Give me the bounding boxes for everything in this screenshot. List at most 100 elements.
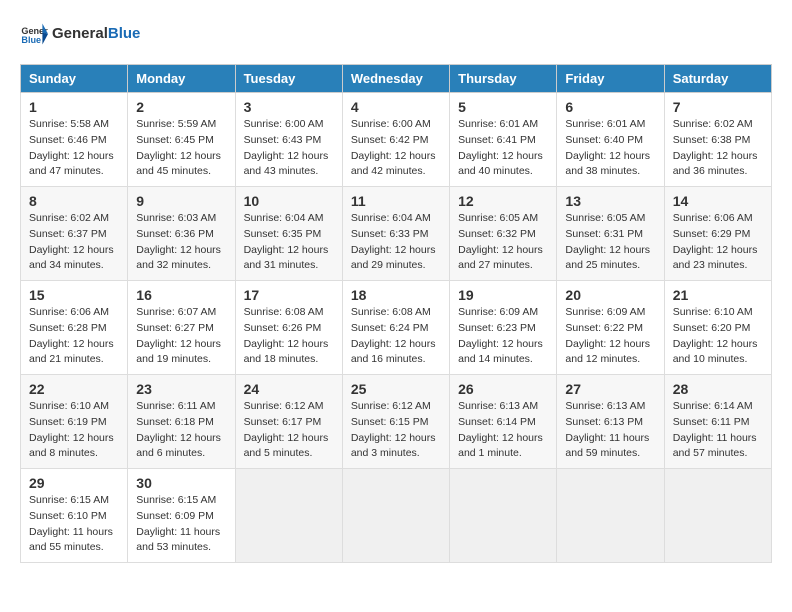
col-header-sunday: Sunday	[21, 65, 128, 93]
calendar-cell: 25 Sunrise: 6:12 AM Sunset: 6:15 PM Dayl…	[342, 375, 449, 469]
day-info: Sunrise: 5:59 AM Sunset: 6:45 PM Dayligh…	[136, 117, 226, 180]
day-number: 19	[458, 287, 548, 303]
day-number: 4	[351, 99, 441, 115]
day-number: 18	[351, 287, 441, 303]
calendar-cell: 22 Sunrise: 6:10 AM Sunset: 6:19 PM Dayl…	[21, 375, 128, 469]
day-number: 3	[244, 99, 334, 115]
day-info: Sunrise: 6:08 AM Sunset: 6:24 PM Dayligh…	[351, 305, 441, 368]
calendar-cell: 1 Sunrise: 5:58 AM Sunset: 6:46 PM Dayli…	[21, 93, 128, 187]
day-info: Sunrise: 6:15 AM Sunset: 6:09 PM Dayligh…	[136, 493, 226, 556]
calendar-cell: 15 Sunrise: 6:06 AM Sunset: 6:28 PM Dayl…	[21, 281, 128, 375]
calendar-cell: 23 Sunrise: 6:11 AM Sunset: 6:18 PM Dayl…	[128, 375, 235, 469]
day-number: 24	[244, 381, 334, 397]
day-number: 25	[351, 381, 441, 397]
day-info: Sunrise: 6:12 AM Sunset: 6:15 PM Dayligh…	[351, 399, 441, 462]
day-info: Sunrise: 6:00 AM Sunset: 6:42 PM Dayligh…	[351, 117, 441, 180]
day-info: Sunrise: 6:08 AM Sunset: 6:26 PM Dayligh…	[244, 305, 334, 368]
day-info: Sunrise: 6:06 AM Sunset: 6:28 PM Dayligh…	[29, 305, 119, 368]
logo: General Blue GeneralBlue	[20, 20, 140, 48]
calendar-cell: 8 Sunrise: 6:02 AM Sunset: 6:37 PM Dayli…	[21, 187, 128, 281]
day-number: 11	[351, 193, 441, 209]
day-number: 17	[244, 287, 334, 303]
calendar-cell	[664, 469, 771, 563]
calendar-header-row: SundayMondayTuesdayWednesdayThursdayFrid…	[21, 65, 772, 93]
calendar-cell	[235, 469, 342, 563]
day-number: 20	[565, 287, 655, 303]
day-number: 27	[565, 381, 655, 397]
calendar-cell: 9 Sunrise: 6:03 AM Sunset: 6:36 PM Dayli…	[128, 187, 235, 281]
calendar-cell: 6 Sunrise: 6:01 AM Sunset: 6:40 PM Dayli…	[557, 93, 664, 187]
day-info: Sunrise: 6:03 AM Sunset: 6:36 PM Dayligh…	[136, 211, 226, 274]
day-number: 2	[136, 99, 226, 115]
week-row-3: 15 Sunrise: 6:06 AM Sunset: 6:28 PM Dayl…	[21, 281, 772, 375]
day-number: 29	[29, 475, 119, 491]
day-info: Sunrise: 6:14 AM Sunset: 6:11 PM Dayligh…	[673, 399, 763, 462]
calendar-cell: 26 Sunrise: 6:13 AM Sunset: 6:14 PM Dayl…	[450, 375, 557, 469]
day-info: Sunrise: 6:01 AM Sunset: 6:41 PM Dayligh…	[458, 117, 548, 180]
day-info: Sunrise: 6:06 AM Sunset: 6:29 PM Dayligh…	[673, 211, 763, 274]
day-number: 21	[673, 287, 763, 303]
day-info: Sunrise: 6:15 AM Sunset: 6:10 PM Dayligh…	[29, 493, 119, 556]
calendar-table: SundayMondayTuesdayWednesdayThursdayFrid…	[20, 64, 772, 563]
week-row-2: 8 Sunrise: 6:02 AM Sunset: 6:37 PM Dayli…	[21, 187, 772, 281]
calendar-cell: 2 Sunrise: 5:59 AM Sunset: 6:45 PM Dayli…	[128, 93, 235, 187]
day-number: 1	[29, 99, 119, 115]
calendar-cell: 21 Sunrise: 6:10 AM Sunset: 6:20 PM Dayl…	[664, 281, 771, 375]
day-info: Sunrise: 6:00 AM Sunset: 6:43 PM Dayligh…	[244, 117, 334, 180]
day-info: Sunrise: 5:58 AM Sunset: 6:46 PM Dayligh…	[29, 117, 119, 180]
day-info: Sunrise: 6:05 AM Sunset: 6:32 PM Dayligh…	[458, 211, 548, 274]
calendar-cell: 28 Sunrise: 6:14 AM Sunset: 6:11 PM Dayl…	[664, 375, 771, 469]
calendar-cell	[557, 469, 664, 563]
day-info: Sunrise: 6:07 AM Sunset: 6:27 PM Dayligh…	[136, 305, 226, 368]
day-info: Sunrise: 6:09 AM Sunset: 6:22 PM Dayligh…	[565, 305, 655, 368]
day-info: Sunrise: 6:05 AM Sunset: 6:31 PM Dayligh…	[565, 211, 655, 274]
day-number: 12	[458, 193, 548, 209]
week-row-4: 22 Sunrise: 6:10 AM Sunset: 6:19 PM Dayl…	[21, 375, 772, 469]
calendar-cell: 7 Sunrise: 6:02 AM Sunset: 6:38 PM Dayli…	[664, 93, 771, 187]
day-number: 15	[29, 287, 119, 303]
calendar-cell: 13 Sunrise: 6:05 AM Sunset: 6:31 PM Dayl…	[557, 187, 664, 281]
day-number: 6	[565, 99, 655, 115]
day-info: Sunrise: 6:02 AM Sunset: 6:37 PM Dayligh…	[29, 211, 119, 274]
calendar-cell: 20 Sunrise: 6:09 AM Sunset: 6:22 PM Dayl…	[557, 281, 664, 375]
day-number: 7	[673, 99, 763, 115]
calendar-cell: 3 Sunrise: 6:00 AM Sunset: 6:43 PM Dayli…	[235, 93, 342, 187]
col-header-saturday: Saturday	[664, 65, 771, 93]
day-number: 14	[673, 193, 763, 209]
calendar-cell	[450, 469, 557, 563]
day-number: 23	[136, 381, 226, 397]
day-info: Sunrise: 6:09 AM Sunset: 6:23 PM Dayligh…	[458, 305, 548, 368]
col-header-thursday: Thursday	[450, 65, 557, 93]
day-info: Sunrise: 6:11 AM Sunset: 6:18 PM Dayligh…	[136, 399, 226, 462]
day-info: Sunrise: 6:12 AM Sunset: 6:17 PM Dayligh…	[244, 399, 334, 462]
day-number: 9	[136, 193, 226, 209]
day-number: 5	[458, 99, 548, 115]
day-info: Sunrise: 6:04 AM Sunset: 6:33 PM Dayligh…	[351, 211, 441, 274]
calendar-cell: 10 Sunrise: 6:04 AM Sunset: 6:35 PM Dayl…	[235, 187, 342, 281]
calendar-cell: 24 Sunrise: 6:12 AM Sunset: 6:17 PM Dayl…	[235, 375, 342, 469]
day-info: Sunrise: 6:10 AM Sunset: 6:19 PM Dayligh…	[29, 399, 119, 462]
calendar-cell	[342, 469, 449, 563]
svg-text:Blue: Blue	[21, 35, 41, 45]
day-number: 13	[565, 193, 655, 209]
day-number: 30	[136, 475, 226, 491]
calendar-cell: 18 Sunrise: 6:08 AM Sunset: 6:24 PM Dayl…	[342, 281, 449, 375]
calendar-cell: 16 Sunrise: 6:07 AM Sunset: 6:27 PM Dayl…	[128, 281, 235, 375]
day-number: 26	[458, 381, 548, 397]
logo-icon: General Blue	[20, 20, 48, 48]
calendar-cell: 27 Sunrise: 6:13 AM Sunset: 6:13 PM Dayl…	[557, 375, 664, 469]
col-header-tuesday: Tuesday	[235, 65, 342, 93]
day-info: Sunrise: 6:13 AM Sunset: 6:13 PM Dayligh…	[565, 399, 655, 462]
week-row-5: 29 Sunrise: 6:15 AM Sunset: 6:10 PM Dayl…	[21, 469, 772, 563]
calendar-cell: 17 Sunrise: 6:08 AM Sunset: 6:26 PM Dayl…	[235, 281, 342, 375]
calendar-cell: 14 Sunrise: 6:06 AM Sunset: 6:29 PM Dayl…	[664, 187, 771, 281]
calendar-cell: 19 Sunrise: 6:09 AM Sunset: 6:23 PM Dayl…	[450, 281, 557, 375]
calendar-cell: 5 Sunrise: 6:01 AM Sunset: 6:41 PM Dayli…	[450, 93, 557, 187]
day-info: Sunrise: 6:04 AM Sunset: 6:35 PM Dayligh…	[244, 211, 334, 274]
day-info: Sunrise: 6:13 AM Sunset: 6:14 PM Dayligh…	[458, 399, 548, 462]
week-row-1: 1 Sunrise: 5:58 AM Sunset: 6:46 PM Dayli…	[21, 93, 772, 187]
col-header-friday: Friday	[557, 65, 664, 93]
page-header: General Blue GeneralBlue	[20, 20, 772, 48]
day-number: 22	[29, 381, 119, 397]
col-header-wednesday: Wednesday	[342, 65, 449, 93]
